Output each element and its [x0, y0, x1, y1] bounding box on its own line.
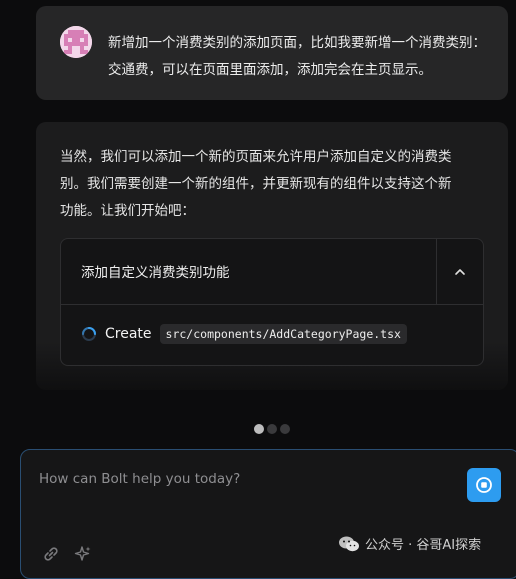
chat-composer	[20, 449, 516, 579]
action-verb: Create	[105, 326, 152, 342]
prompt-input[interactable]	[37, 466, 461, 492]
watermark: 公众号 · 谷哥AI探索	[338, 534, 481, 553]
page-dot[interactable]	[267, 424, 277, 434]
user-avatar	[60, 26, 92, 58]
stop-button[interactable]	[467, 468, 501, 502]
page-dot[interactable]	[280, 424, 290, 434]
watermark-text: 公众号 · 谷哥AI探索	[365, 538, 482, 553]
stop-icon	[476, 477, 492, 493]
user-message-text: 新增加一个消费类别的添加页面，比如我要新增一个消费类别：交通费，可以在页面里面添…	[108, 35, 486, 78]
artifact-title: 添加自定义消费类别功能	[81, 265, 230, 281]
page-dot[interactable]	[254, 424, 264, 434]
collapse-button[interactable]	[436, 239, 483, 304]
link-icon[interactable]	[41, 544, 61, 564]
pagination-dots	[254, 424, 290, 434]
file-path: src/components/AddCategoryPage.tsx	[159, 324, 407, 344]
assistant-message-text: 当然，我们可以添加一个新的页面来允许用户添加自定义的消费类别。我们需要创建一个新…	[60, 149, 452, 219]
artifact-card: 添加自定义消费类别功能 Create src/components/AddCat…	[60, 238, 484, 366]
chevron-up-icon	[455, 268, 465, 275]
artifact-header[interactable]: 添加自定义消费类别功能	[61, 239, 483, 305]
wechat-icon	[339, 536, 359, 551]
user-message: 新增加一个消费类别的添加页面，比如我要新增一个消费类别：交通费，可以在页面里面添…	[36, 6, 508, 100]
assistant-message: 当然，我们可以添加一个新的页面来允许用户添加自定义的消费类别。我们需要创建一个新…	[36, 122, 508, 390]
spinner-icon	[82, 327, 96, 341]
artifact-action-row: Create src/components/AddCategoryPage.ts…	[81, 323, 407, 345]
sparkle-icon[interactable]	[73, 544, 93, 564]
